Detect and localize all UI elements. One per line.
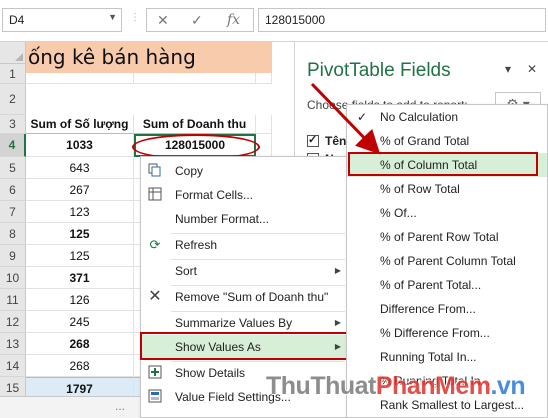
- menu-item-sort[interactable]: Sort ▶: [141, 259, 349, 283]
- remove-icon: ✕: [148, 288, 162, 305]
- formula-input[interactable]: 128015000: [258, 8, 546, 32]
- menu-label: Show Details: [175, 366, 246, 380]
- field-item[interactable]: Tên: [307, 133, 347, 148]
- submenu-item-pct-parent-row-total[interactable]: % of Parent Row Total: [347, 225, 547, 249]
- submenu-label: % of Parent Column Total: [380, 254, 516, 268]
- submenu-item-pct-parent-total[interactable]: % of Parent Total...: [347, 273, 547, 297]
- row-header[interactable]: 12: [0, 311, 26, 333]
- cell-c[interactable]: 245: [26, 311, 134, 333]
- report-title[interactable]: ống kê bán hàng: [26, 42, 272, 73]
- sheet-tabs-more[interactable]: ...: [115, 399, 125, 413]
- cell-c[interactable]: Sum of Số lượng: [26, 115, 134, 134]
- cancel-icon[interactable]: ✕: [157, 12, 169, 29]
- row-header[interactable]: 4: [0, 134, 26, 157]
- menu-item-refresh[interactable]: ⟳ Refresh: [141, 233, 349, 257]
- row-header[interactable]: 8: [0, 223, 26, 245]
- cell-c[interactable]: 643: [26, 157, 134, 179]
- format-cells-icon: [147, 187, 163, 203]
- row-header[interactable]: 6: [0, 179, 26, 201]
- submenu-label: Difference From...: [380, 302, 476, 316]
- refresh-icon: ⟳: [149, 237, 161, 252]
- row-header[interactable]: 9: [0, 245, 26, 267]
- menu-label: Refresh: [175, 238, 218, 252]
- row-header[interactable]: 11: [0, 289, 26, 311]
- formula-bar: D4 ▼ ⋮ ✕ ✓ fx 128015000: [0, 0, 548, 42]
- name-box-value: D4: [9, 13, 25, 27]
- cell-c[interactable]: 371: [26, 267, 134, 289]
- highlight-box-pct-column-total: [348, 152, 538, 176]
- cell-c[interactable]: 125: [26, 245, 134, 267]
- submenu-item-pct-parent-column-total[interactable]: % of Parent Column Total: [347, 249, 547, 273]
- row-header[interactable]: 7: [0, 201, 26, 223]
- chevron-down-icon[interactable]: ▾: [505, 62, 511, 76]
- row-header[interactable]: 10: [0, 267, 26, 289]
- menu-item-copy[interactable]: Copy: [141, 159, 349, 183]
- menu-label: Number Format...: [175, 212, 270, 226]
- cell-e[interactable]: [256, 115, 272, 134]
- row-header[interactable]: 14: [0, 355, 26, 377]
- field-label: Tên: [325, 134, 347, 148]
- close-icon[interactable]: ✕: [527, 62, 537, 76]
- row-header[interactable]: 3: [0, 115, 26, 134]
- cell-c[interactable]: 126: [26, 289, 134, 311]
- row-header[interactable]: 13: [0, 333, 26, 355]
- menu-item-format-cells[interactable]: Format Cells...: [141, 183, 349, 207]
- row-header[interactable]: 1: [0, 64, 26, 84]
- enter-icon[interactable]: ✓: [191, 12, 203, 29]
- watermark-logo: ThuThuatPhanMem.vn: [266, 372, 526, 400]
- submenu-label: Running Total In...: [380, 350, 477, 364]
- submenu-item-pct-of[interactable]: % Of...: [347, 201, 547, 225]
- formula-buttons: ✕ ✓ fx: [146, 8, 254, 32]
- highlight-box-show-values-as: [140, 332, 348, 360]
- checkmark-icon: ✓: [357, 110, 368, 124]
- row-header[interactable]: 5: [0, 157, 26, 179]
- submenu-label: % of Row Total: [380, 182, 460, 196]
- pane-title: PivotTable Fields: [307, 60, 451, 81]
- submenu-label: % Difference From...: [380, 326, 490, 340]
- chevron-right-icon: ▶: [334, 266, 341, 275]
- cell-c[interactable]: 125: [26, 223, 134, 245]
- menu-label: Summarize Values By: [175, 316, 293, 330]
- submenu-item-no-calculation[interactable]: ✓ No Calculation: [347, 105, 547, 129]
- menu-item-remove-field[interactable]: ✕ Remove "Sum of Doanh thu": [141, 285, 349, 309]
- insert-function-icon[interactable]: fx: [227, 12, 240, 28]
- submenu-label: No Calculation: [380, 110, 459, 124]
- drag-handle-icon[interactable]: ⋮: [130, 12, 141, 23]
- cell-d[interactable]: Sum of Doanh thu: [134, 115, 256, 134]
- menu-label: Copy: [175, 164, 204, 178]
- menu-label: Format Cells...: [175, 188, 254, 202]
- submenu-item-pct-row-total[interactable]: % of Row Total: [347, 177, 547, 201]
- submenu-label: % of Grand Total: [380, 134, 470, 148]
- copy-icon: [147, 163, 163, 179]
- field-settings-icon: [147, 389, 163, 405]
- submenu-item-difference-from[interactable]: Difference From...: [347, 297, 547, 321]
- menu-item-number-format[interactable]: Number Format...: [141, 207, 349, 231]
- menu-label: Remove "Sum of Doanh thu": [175, 290, 329, 304]
- submenu-label: % Of...: [380, 206, 417, 220]
- submenu-label: % of Parent Total...: [380, 278, 482, 292]
- checkbox-icon[interactable]: [307, 133, 319, 147]
- menu-label: Sort: [175, 264, 198, 278]
- cell-c[interactable]: 1033: [26, 134, 134, 157]
- cell-c[interactable]: 123: [26, 201, 134, 223]
- submenu-label: % of Parent Row Total: [380, 230, 499, 244]
- submenu-item-pct-difference-from[interactable]: % Difference From...: [347, 321, 547, 345]
- formula-value: 128015000: [265, 13, 326, 27]
- select-all-corner[interactable]: [0, 42, 26, 64]
- show-details-icon: [147, 365, 163, 381]
- cell-c[interactable]: 268: [26, 355, 134, 377]
- name-box[interactable]: D4 ▼: [2, 8, 122, 32]
- submenu-item-pct-grand-total[interactable]: % of Grand Total: [347, 129, 547, 153]
- cell-c[interactable]: 267: [26, 179, 134, 201]
- chevron-down-icon[interactable]: ▼: [108, 12, 117, 22]
- submenu-item-running-total-in[interactable]: Running Total In...: [347, 345, 547, 369]
- row-header[interactable]: 2: [0, 84, 26, 115]
- cell-c[interactable]: 268: [26, 333, 134, 355]
